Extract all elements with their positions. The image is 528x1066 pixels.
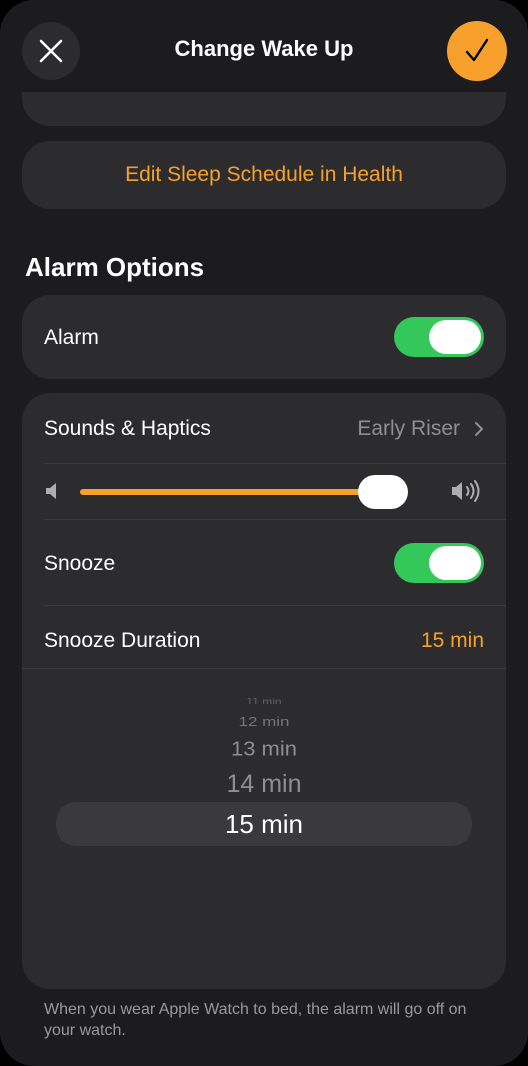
snooze-duration-label: Snooze Duration bbox=[44, 629, 201, 652]
toggle-knob bbox=[429, 320, 481, 354]
snooze-duration-value: 15 min bbox=[420, 629, 484, 652]
toggle-knob bbox=[429, 546, 481, 580]
alarm-card: Alarm bbox=[22, 295, 506, 379]
alarm-label: Alarm bbox=[44, 326, 99, 349]
snooze-label: Snooze bbox=[44, 552, 116, 575]
wake-up-sheet: Change Wake Up Edit Sleep Schedule in He… bbox=[0, 0, 528, 1066]
picker-item: 14 min bbox=[226, 770, 302, 798]
volume-slider-fill bbox=[80, 489, 383, 495]
snooze-duration-row[interactable]: Snooze Duration 15 min bbox=[22, 606, 506, 668]
sounds-haptics-value: Early Riser bbox=[357, 417, 460, 440]
picker-item: 12 min bbox=[238, 714, 290, 729]
snooze-duration-picker[interactable]: 11 min 12 min 13 min 14 min 15 min bbox=[0, 690, 528, 890]
chevron-right-icon bbox=[475, 422, 483, 436]
section-title: Alarm Options bbox=[25, 252, 205, 282]
volume-slider-thumb[interactable] bbox=[358, 475, 408, 509]
checkmark-icon bbox=[465, 38, 489, 62]
sounds-haptics-label: Sounds & Haptics bbox=[44, 417, 211, 440]
divider bbox=[44, 519, 506, 520]
picker-item: 11 min bbox=[0, 698, 528, 704]
volume-low-icon bbox=[46, 483, 56, 499]
footer-note: When you wear Apple Watch to bed, the al… bbox=[44, 1001, 467, 1039]
divider bbox=[22, 668, 506, 669]
picker-item: 13 min bbox=[230, 737, 298, 761]
volume-high-icon bbox=[452, 480, 480, 502]
sounds-haptics-row[interactable]: Sounds & Haptics Early Riser bbox=[22, 393, 506, 463]
volume-slider[interactable] bbox=[80, 475, 432, 509]
divider bbox=[44, 463, 506, 464]
edit-sleep-schedule-label: Edit Sleep Schedule in Health bbox=[125, 163, 403, 186]
picker-item-selected: 15 min bbox=[224, 809, 304, 839]
alarm-toggle[interactable] bbox=[394, 317, 484, 357]
edit-sleep-schedule-button[interactable]: Edit Sleep Schedule in Health bbox=[22, 141, 506, 209]
snooze-toggle[interactable] bbox=[394, 543, 484, 583]
done-button[interactable] bbox=[447, 21, 507, 81]
